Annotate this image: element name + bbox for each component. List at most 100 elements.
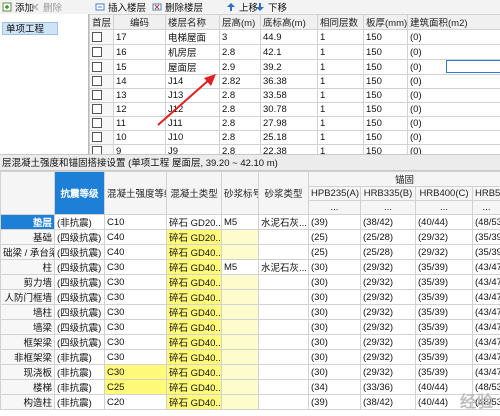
floor-bottom-elevation[interactable]: 39.2: [260, 59, 318, 75]
col-hpb235[interactable]: HPB235(A): [308, 186, 361, 201]
floor-row[interactable]: 16 机房层 2.8 42.1 1 150 (0): [89, 44, 500, 60]
col-slab-thickness[interactable]: 板厚(mm): [363, 14, 408, 30]
col-hrb335[interactable]: HRB335(B): [360, 186, 416, 201]
col-seismic-grade[interactable]: 抗震等级: [54, 171, 105, 215]
floor-building-area[interactable]: (0): [407, 102, 500, 117]
mortar-type[interactable]: [258, 289, 309, 305]
floor-height[interactable]: 2.8: [219, 116, 261, 131]
anchor-hrb500[interactable]: (35/39: [471, 229, 500, 245]
floor-slab-thickness[interactable]: 150: [363, 44, 408, 60]
concrete-grade[interactable]: C30: [104, 259, 167, 275]
mortar-grade[interactable]: M5: [221, 259, 259, 275]
anchor-hrb500[interactable]: (48/53: [471, 214, 500, 230]
floor-name[interactable]: 机房层: [165, 44, 220, 60]
anchor-hrb500[interactable]: (43/47: [471, 259, 500, 275]
concrete-grade[interactable]: C30: [104, 364, 167, 380]
component-row[interactable]: 楼梯 (非抗震) C25 碎石 GD40... (34) (33/36) (40/44) (4…: [0, 379, 500, 395]
anchor-hrb335[interactable]: (33/36): [360, 379, 416, 395]
col-hrb400[interactable]: HRB400(C): [415, 186, 473, 201]
mortar-grade[interactable]: [221, 394, 259, 410]
anchor-hrb400[interactable]: (35/39): [415, 319, 473, 335]
floor-slab-thickness[interactable]: 150: [363, 116, 408, 131]
mortar-grade[interactable]: [221, 334, 259, 350]
seismic-grade[interactable]: (四级抗震): [54, 319, 105, 335]
anchor-hrb500[interactable]: (43/47: [471, 334, 500, 350]
floor-building-area[interactable]: (0): [407, 116, 500, 131]
component-row[interactable]: 现浇板 (非抗震) C30 碎石 GD40... (30) (29/32) (35/39)(…: [0, 364, 500, 380]
concrete-grade[interactable]: C30: [104, 349, 167, 365]
component-name[interactable]: 人防门框墙: [0, 289, 55, 305]
concrete-grade[interactable]: C30: [104, 289, 167, 305]
col-floor-name[interactable]: 楼层名称: [165, 14, 220, 30]
mortar-type[interactable]: [258, 244, 309, 260]
floor-height[interactable]: 3: [219, 29, 261, 45]
concrete-grade[interactable]: C30: [104, 319, 167, 335]
anchor-hrb400[interactable]: (35/39): [415, 289, 473, 305]
floor-same-count[interactable]: 1: [317, 44, 364, 60]
concrete-type[interactable]: 碎石 GD40...: [166, 244, 222, 260]
component-row[interactable]: 墙梁 (四级抗震) C30 碎石 GD40... (30) (29/32) (35/39)(…: [0, 319, 500, 335]
seismic-grade[interactable]: (四级抗震): [54, 334, 105, 350]
floor-same-count[interactable]: 1: [317, 88, 364, 103]
concrete-type[interactable]: 碎石 GD40...: [166, 319, 222, 335]
concrete-grade[interactable]: C30: [104, 274, 167, 290]
concrete-grade[interactable]: C10: [104, 214, 167, 230]
concrete-grade[interactable]: C40: [104, 229, 167, 245]
mortar-type[interactable]: [258, 379, 309, 395]
seismic-grade[interactable]: (四级抗震): [54, 289, 105, 305]
component-name[interactable]: 基础: [0, 229, 55, 245]
delete-button[interactable]: 删除: [30, 0, 62, 14]
anchor-hrb400[interactable]: (35/39): [415, 259, 473, 275]
anchor-hrb500[interactable]: (43/47: [471, 274, 500, 290]
anchor-hpb235[interactable]: (30): [308, 364, 361, 380]
hrb500-more[interactable]: ...: [471, 200, 500, 215]
seismic-grade[interactable]: (四级抗震): [54, 244, 105, 260]
anchor-hpb235[interactable]: (30): [308, 274, 361, 290]
mortar-grade[interactable]: [221, 364, 259, 380]
move-down-button[interactable]: 下移: [255, 0, 287, 14]
concrete-grade[interactable]: C25: [104, 379, 167, 395]
floor-slab-thickness[interactable]: 150: [363, 102, 408, 117]
component-row[interactable]: 柱 (四级抗震) C30 碎石 GD40... M5 水泥石灰... (30) (29/32)…: [0, 259, 500, 275]
concrete-type[interactable]: 碎石 GD40...: [166, 334, 222, 350]
mortar-type[interactable]: [258, 229, 309, 245]
component-row[interactable]: 非框架梁 (非抗震) C30 碎石 GD40... (30) (29/32) (35/39)…: [0, 349, 500, 365]
component-name[interactable]: 构造柱: [0, 394, 55, 410]
component-name[interactable]: 垫层: [0, 214, 55, 230]
mortar-type[interactable]: [258, 349, 309, 365]
mortar-grade[interactable]: [221, 289, 259, 305]
anchor-hpb235[interactable]: (30): [308, 289, 361, 305]
component-name[interactable]: 框架梁: [0, 334, 55, 350]
mortar-type[interactable]: 水泥石灰...: [258, 259, 309, 275]
anchor-hrb500[interactable]: (43/47: [471, 304, 500, 320]
component-row[interactable]: 垫层 (非抗震) C10 碎石 GD20... M5 水泥石灰... (39) (38/42)…: [0, 214, 500, 230]
component-row[interactable]: 构造柱 (非抗震) C20 碎石 GD40... (39) (38/42) (40/44)(…: [0, 394, 500, 410]
floor-name[interactable]: 电梯屋面: [165, 29, 220, 45]
concrete-type[interactable]: 碎石 GD40...: [166, 259, 222, 275]
component-row[interactable]: 框架梁 (四级抗震) C30 碎石 GD40... (30) (29/32) (35/39)…: [0, 334, 500, 350]
mortar-grade[interactable]: M5: [221, 214, 259, 230]
floor-bottom-elevation[interactable]: 33.58: [260, 88, 318, 103]
mortar-grade[interactable]: [221, 349, 259, 365]
first-floor-checkbox[interactable]: [89, 74, 114, 89]
col-bottom-elevation[interactable]: 底标高(m): [260, 14, 318, 30]
component-name[interactable]: 墙柱: [0, 304, 55, 320]
hpb235-more[interactable]: ...: [308, 200, 361, 215]
anchor-hrb400[interactable]: (40/44): [415, 214, 473, 230]
anchor-hrb335[interactable]: (29/32): [360, 334, 416, 350]
concrete-grade[interactable]: C30: [104, 304, 167, 320]
component-row[interactable]: 础梁 / 承台梁 (四级抗震) C40 碎石 GD40... (25) (25/28) (2…: [0, 244, 500, 260]
seismic-grade[interactable]: (四级抗震): [54, 304, 105, 320]
floor-height[interactable]: 2.8: [219, 88, 261, 103]
anchor-hrb400[interactable]: (35/39): [415, 304, 473, 320]
anchor-hrb335[interactable]: (29/32): [360, 349, 416, 365]
component-name[interactable]: 墙梁: [0, 319, 55, 335]
floor-height[interactable]: 2.9: [219, 59, 261, 75]
concrete-type[interactable]: 碎石 GD40...: [166, 304, 222, 320]
component-name[interactable]: 现浇板: [0, 364, 55, 380]
anchor-hrb400[interactable]: (35/39): [415, 334, 473, 350]
col-hrb500[interactable]: HRB5: [471, 186, 500, 201]
floor-same-count[interactable]: 1: [317, 29, 364, 45]
anchor-hpb235[interactable]: (25): [308, 229, 361, 245]
first-floor-checkbox[interactable]: [89, 59, 114, 75]
